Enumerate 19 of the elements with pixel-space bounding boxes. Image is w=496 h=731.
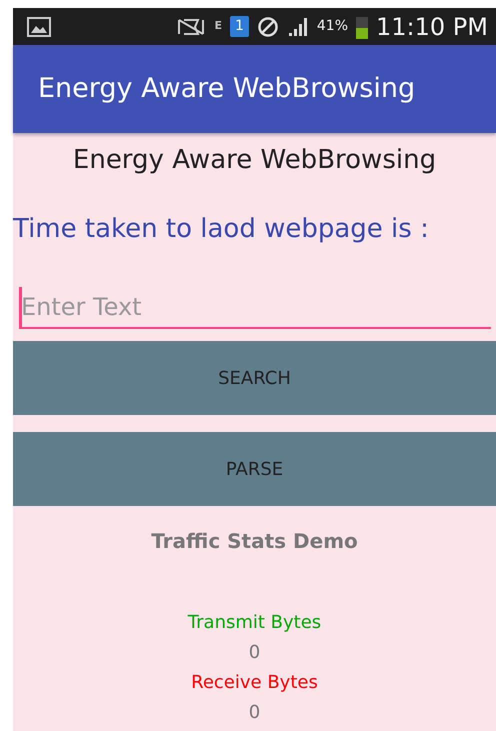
battery-percent: 41% bbox=[316, 17, 348, 36]
text-input-field[interactable]: Enter Text bbox=[19, 287, 491, 329]
signal-icon bbox=[286, 16, 309, 36]
action-button[interactable]: PARSE bbox=[13, 432, 496, 506]
stat-value: 0 bbox=[248, 701, 262, 725]
status-time: 11:10 PM bbox=[376, 12, 488, 42]
action-button[interactable]: SEARCH bbox=[13, 341, 496, 415]
battery-icon bbox=[356, 14, 368, 38]
load-time-label: Time taken to laod webpage is : bbox=[13, 213, 430, 246]
stat-label: Receive Bytes bbox=[190, 671, 319, 695]
stat-value: 0 bbox=[248, 641, 262, 665]
traffic-stats-title: Traffic Stats Demo bbox=[150, 528, 359, 555]
network-type-label: E bbox=[214, 18, 222, 34]
page-heading: Energy Aware WebBrowsing bbox=[72, 144, 438, 177]
sim-badge: 1 bbox=[230, 16, 249, 37]
picture-icon bbox=[27, 16, 51, 36]
stat-label: Transmit Bytes bbox=[186, 611, 322, 635]
app-bar-title: Energy Aware WebBrowsing bbox=[38, 72, 416, 106]
blocked-icon bbox=[256, 16, 279, 38]
